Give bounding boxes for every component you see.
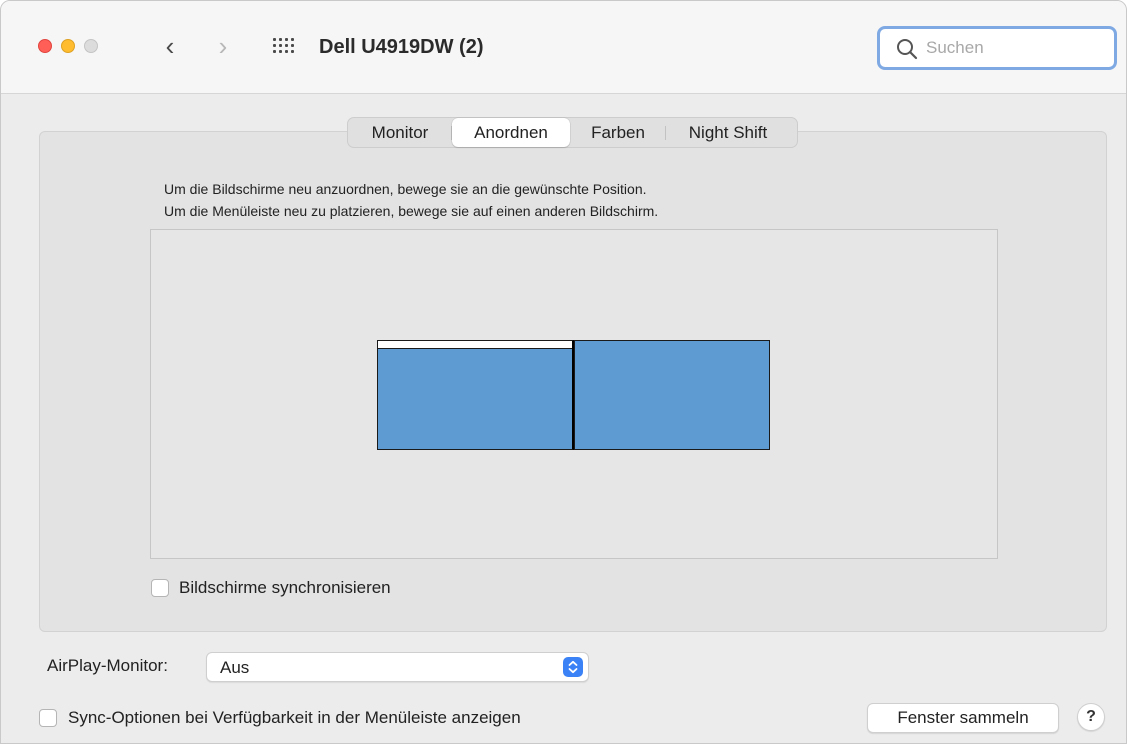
gather-windows-button[interactable]: Fenster sammeln (867, 703, 1059, 733)
search-field[interactable] (877, 26, 1117, 70)
search-icon (897, 39, 918, 60)
minimize-window-button[interactable] (61, 39, 75, 53)
show-in-menubar-checkbox[interactable] (39, 709, 57, 727)
help-button[interactable]: ? (1077, 703, 1105, 731)
arrangement-instruction-1: Um die Bildschirme neu anzuordnen, beweg… (164, 181, 647, 197)
arrangement-instruction-2: Um die Menüleiste neu zu platzieren, bew… (164, 203, 659, 219)
window-title: Dell U4919DW (2) (319, 36, 484, 58)
zoom-window-button[interactable] (84, 39, 98, 53)
show-all-grid-icon[interactable] (273, 38, 295, 54)
airplay-label: AirPlay-Monitor: (47, 656, 168, 675)
search-input[interactable] (926, 36, 1106, 60)
title-bar: ‹ › Dell U4919DW (2) (1, 1, 1126, 94)
close-window-button[interactable] (38, 39, 52, 53)
tab-bar: Monitor Anordnen Farben Night Shift (347, 117, 798, 148)
mirror-displays-label: Bildschirme synchronisieren (179, 578, 391, 597)
menubar-indicator[interactable] (378, 341, 572, 349)
forward-chevron-icon[interactable]: › (211, 31, 235, 61)
display-arrangement-area (150, 229, 998, 559)
tab-farben[interactable]: Farben (570, 118, 666, 147)
mirror-displays-checkbox[interactable] (151, 579, 169, 597)
tab-anordnen[interactable]: Anordnen (452, 118, 570, 147)
tab-night-shift[interactable]: Night Shift (666, 118, 790, 147)
show-in-menubar-label: Sync-Optionen bei Verfügbarkeit in der M… (68, 708, 521, 727)
preferences-window: ‹ › Dell U4919DW (2) Monitor Anordnen Fa… (0, 0, 1127, 744)
tab-monitor[interactable]: Monitor (348, 118, 452, 147)
display-left[interactable] (377, 340, 574, 450)
back-chevron-icon[interactable]: ‹ (158, 31, 182, 61)
airplay-popup-button[interactable]: Aus (206, 652, 589, 682)
airplay-selected-value: Aus (220, 658, 250, 677)
popup-chevrons-icon (563, 657, 583, 677)
display-right[interactable] (574, 340, 770, 450)
